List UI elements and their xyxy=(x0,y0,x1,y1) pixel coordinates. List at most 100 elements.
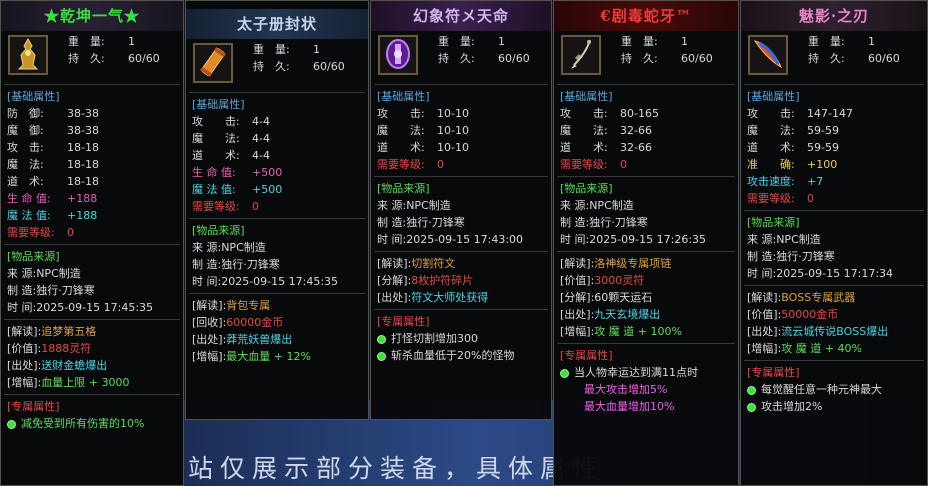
stat-value: 18-18 xyxy=(67,175,99,188)
exclusive-attributes-header: [专属属性] xyxy=(377,315,430,328)
weight-row: 重 量: 1 xyxy=(621,34,688,50)
stat-label: 需要等级: xyxy=(377,158,425,171)
durability-label: 持 久: xyxy=(253,60,290,73)
source-line: 制 造:独行·刀锋寒 xyxy=(560,216,648,229)
exclusive-text: 最大血量增加10% xyxy=(584,400,675,413)
info-value: 切割符文 xyxy=(411,257,456,270)
weight-value: 1 xyxy=(868,35,875,48)
stat-label: 魔 法: xyxy=(377,124,425,137)
info-label: [增幅]: xyxy=(7,376,42,389)
item-source-header: [物品来源] xyxy=(7,250,60,263)
stat-label: 需要等级: xyxy=(560,158,608,171)
exclusive-text: 最大攻击增加5% xyxy=(584,383,668,396)
exclusive-line: 每觉醒任意一种元神最大 xyxy=(741,381,927,398)
stat-label: 防 御: xyxy=(7,107,44,120)
info-label: [解读]: xyxy=(377,257,412,270)
base-attributes-header: [基础属性] xyxy=(192,98,245,111)
info-row: [解读]:背包专属 xyxy=(186,297,368,314)
info-row: [增幅]:血量上限 + 3000 xyxy=(1,374,183,391)
stat-row: 魔 法: 18-18 xyxy=(1,156,183,173)
stat-label: 道 术: xyxy=(747,141,795,154)
divider xyxy=(4,244,180,245)
item-title: 太子册封状 xyxy=(186,9,368,39)
weight-label: 重 量: xyxy=(253,43,290,56)
weight-row: 重 量: 1 xyxy=(438,34,505,50)
divider xyxy=(557,84,735,85)
durability-value: 60/60 xyxy=(498,52,530,65)
exclusive-line: 斩杀血量低于20%的怪物 xyxy=(371,347,551,364)
stat-value: 4-4 xyxy=(252,115,270,128)
info-row: [解读]:BOSS专属武器 xyxy=(741,289,927,306)
stat-value: +7 xyxy=(807,175,824,188)
stat-row: 道 术: 4-4 xyxy=(186,147,368,164)
stat-label: 攻 击: xyxy=(560,107,608,120)
stat-label: 需要等级: xyxy=(192,200,240,213)
stat-label: 魔 法: xyxy=(7,158,44,171)
exclusive-text: 打怪切割增加300 xyxy=(391,332,478,345)
weight-value: 1 xyxy=(681,35,688,48)
durability-label: 持 久: xyxy=(438,52,475,65)
stat-row: 魔 御: 38-38 xyxy=(1,122,183,139)
exclusive-line: 攻击增加2% xyxy=(741,398,927,415)
stat-value: 10-10 xyxy=(437,124,469,137)
stat-label: 需要等级: xyxy=(7,226,55,239)
durability-label: 持 久: xyxy=(621,52,658,65)
info-value: 流云城传说BOSS爆出 xyxy=(781,325,889,338)
stat-label: 需要等级: xyxy=(747,192,795,205)
info-row: [出处]:九天玄境爆出 xyxy=(554,306,738,323)
stat-row: 攻击速度: +7 xyxy=(741,173,927,190)
item-tooltip-card: ★乾坤一气★ 重 量: 1 持 久: 60/60 [基础属性] 防 御: 38-38 魔 御: 3… xyxy=(0,0,184,486)
info-row: [出处]:送财金蟾爆出 xyxy=(1,357,183,374)
source-line: 制 造:独行·刀锋寒 xyxy=(192,258,280,271)
stat-row: 道 术: 32-66 xyxy=(554,139,738,156)
base-attributes-header: [基础属性] xyxy=(377,90,430,103)
info-label: [价值]: xyxy=(7,342,42,355)
weight-label: 重 量: xyxy=(68,35,105,48)
weight-row: 重 量: 1 xyxy=(808,34,875,50)
weight-label: 重 量: xyxy=(621,35,658,48)
item-header: 重 量: 1 持 久: 60/60 xyxy=(741,31,927,81)
info-value: 8枚护符碎片 xyxy=(411,274,474,287)
durability-label: 持 久: xyxy=(68,52,105,65)
stat-row: 需要等级: 0 xyxy=(554,156,738,173)
stat-row: 魔 法: 4-4 xyxy=(186,130,368,147)
exclusive-attributes-header: [专属属性] xyxy=(747,366,800,379)
item-slot[interactable] xyxy=(561,35,601,75)
info-value: BOSS专属武器 xyxy=(781,291,856,304)
exclusive-line: 最大血量增加10% xyxy=(554,398,738,415)
info-label: [出处]: xyxy=(7,359,42,372)
divider xyxy=(189,92,365,93)
exclusive-attributes-header: [专属属性] xyxy=(7,400,60,413)
item-source-header: [物品来源] xyxy=(192,224,245,237)
stat-value: 10-10 xyxy=(437,141,469,154)
info-row: [增幅]:最大血量 + 12% xyxy=(186,348,368,365)
weight-label: 重 量: xyxy=(438,35,475,48)
bullet-icon xyxy=(560,368,569,378)
info-value: 3000灵符 xyxy=(594,274,645,287)
stat-value: 0 xyxy=(67,226,74,239)
info-value: 最大血量 + 12% xyxy=(226,350,311,363)
info-value: 60000金币 xyxy=(226,316,284,329)
info-row: [增幅]:攻 魔 道 + 100% xyxy=(554,323,738,340)
item-source-header: [物品来源] xyxy=(747,216,800,229)
stat-row: 魔 法: 59-59 xyxy=(741,122,927,139)
item-slot[interactable] xyxy=(8,35,48,75)
stat-value: 32-66 xyxy=(620,141,652,154)
item-slot[interactable] xyxy=(748,35,788,75)
info-label: [解读]: xyxy=(192,299,227,312)
info-label: [解读]: xyxy=(7,325,42,338)
bullet-icon xyxy=(747,385,756,395)
info-label: [分解]: xyxy=(377,274,412,287)
item-slot[interactable] xyxy=(378,35,418,75)
info-value: 60颗天运石 xyxy=(594,291,653,304)
divider xyxy=(374,309,548,310)
durability-value: 60/60 xyxy=(313,60,345,73)
stat-row: 攻 击: 10-10 xyxy=(371,105,551,122)
info-row: [回收]:60000金币 xyxy=(186,314,368,331)
item-header: 重 量: 1 持 久: 60/60 xyxy=(186,39,368,89)
exclusive-text: 每觉醒任意一种元神最大 xyxy=(761,383,882,396)
item-title: 魅影·之刃 xyxy=(741,1,927,31)
stat-value: 38-38 xyxy=(67,107,99,120)
exclusive-text: 斩杀血量低于20%的怪物 xyxy=(391,349,515,362)
item-slot[interactable] xyxy=(193,43,233,83)
